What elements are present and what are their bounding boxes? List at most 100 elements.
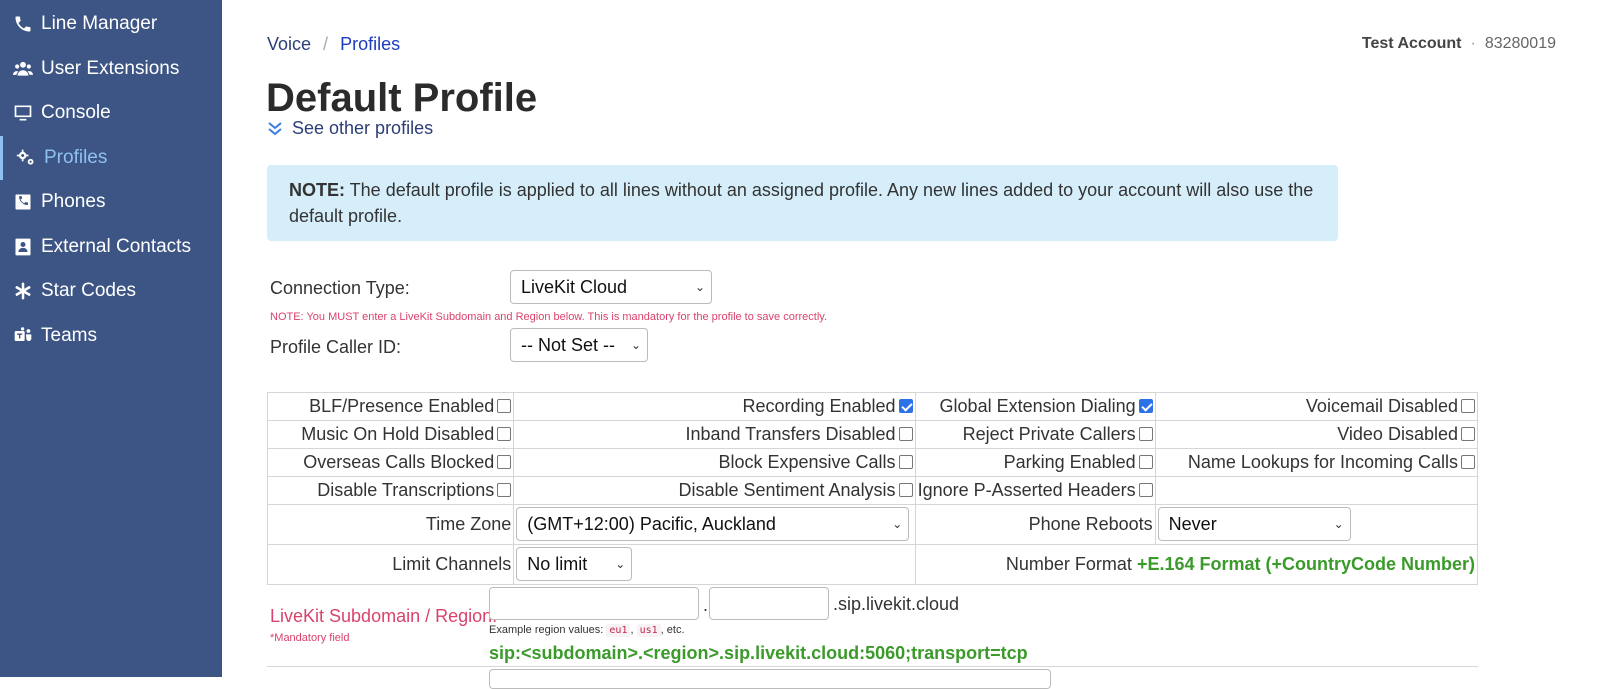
option-reject-private-callers[interactable]: Reject Private Callers bbox=[914, 420, 1156, 449]
phone-reboots-value: Never bbox=[1168, 513, 1217, 534]
option-ignore-p-asserted-headers[interactable]: Ignore P-Asserted Headers bbox=[914, 476, 1156, 505]
see-other-profiles-label: See other profiles bbox=[292, 118, 434, 138]
voicemail-disabled-checkbox[interactable] bbox=[1461, 399, 1475, 413]
option-disable-sentiment-analysis[interactable]: Disable Sentiment Analysis bbox=[513, 476, 916, 505]
name-lookups-checkbox[interactable] bbox=[1461, 455, 1475, 469]
sidebar-item-phones[interactable]: Phones bbox=[0, 180, 222, 225]
livekit-subdomain-input[interactable] bbox=[489, 587, 699, 620]
table-row: Music On Hold Disabled Inband Transfers … bbox=[266, 420, 1479, 449]
breadcrumb: Voice / Profiles bbox=[267, 34, 400, 55]
time-zone-select[interactable]: (GMT+12:00) Pacific, Auckland ⌄ bbox=[516, 507, 910, 541]
number-format-cell: Number Format +E.164 Format (+CountryCod… bbox=[914, 544, 1479, 585]
sidebar-item-label: External Contacts bbox=[41, 235, 191, 257]
connection-type-select[interactable]: LiveKit Cloud ⌄ bbox=[510, 270, 712, 304]
section-divider bbox=[267, 666, 1478, 667]
livekit-subdomain-label: LiveKit Subdomain / Region: bbox=[270, 606, 498, 626]
phone-square-icon bbox=[12, 191, 34, 213]
table-row: Overseas Calls Blocked Block Expensive C… bbox=[266, 448, 1479, 477]
time-zone-label-cell: Time Zone bbox=[266, 504, 515, 545]
inband-transfers-disabled-checkbox[interactable] bbox=[898, 427, 913, 441]
chevron-down-icon: ⌄ bbox=[694, 280, 705, 294]
main-content: Voice / Profiles Test Account · 83280019 Def… bbox=[222, 0, 1600, 689]
phone-reboots-cell: Never ⌄ bbox=[1154, 504, 1479, 545]
disable-transcriptions-checkbox[interactable] bbox=[497, 483, 512, 497]
breadcrumb-separator: / bbox=[323, 34, 329, 54]
option-disable-transcriptions[interactable]: Disable Transcriptions bbox=[266, 476, 515, 505]
asterisk-icon bbox=[12, 280, 34, 302]
teams-icon bbox=[12, 325, 34, 347]
option-voicemail-disabled[interactable]: Voicemail Disabled bbox=[1154, 392, 1479, 421]
option-music-on-hold[interactable]: Music On Hold Disabled bbox=[266, 420, 515, 449]
sidebar-item-line-manager[interactable]: Line Manager bbox=[0, 2, 222, 47]
option-video-disabled[interactable]: Video Disabled bbox=[1154, 420, 1479, 449]
limit-channels-label: Limit Channels bbox=[392, 554, 512, 574]
example-separator: , bbox=[630, 624, 634, 636]
reject-private-callers-checkbox[interactable] bbox=[1138, 427, 1153, 441]
profile-options-table: BLF/Presence Enabled Recording Enabled G… bbox=[266, 392, 1479, 585]
note-text: The default profile is applied to all li… bbox=[289, 180, 1314, 226]
phone-reboots-label-cell: Phone Reboots bbox=[914, 504, 1156, 545]
example-region-us1: us1 bbox=[636, 624, 661, 637]
example-region-eu1: eu1 bbox=[606, 624, 631, 637]
limit-channels-select[interactable]: No limit ⌄ bbox=[516, 547, 633, 581]
sidebar: Line Manager User Extensions Console Pro… bbox=[0, 0, 222, 677]
option-inband-transfers[interactable]: Inband Transfers Disabled bbox=[513, 420, 916, 449]
time-zone-value: (GMT+12:00) Pacific, Auckland bbox=[527, 513, 776, 534]
next-field-input[interactable] bbox=[489, 669, 1051, 689]
profile-caller-id-select[interactable]: -- Not Set -- ⌄ bbox=[510, 328, 648, 362]
option-recording[interactable]: Recording Enabled bbox=[513, 392, 916, 421]
profile-caller-id-label: Profile Caller ID: bbox=[270, 337, 402, 357]
livekit-region-input[interactable] bbox=[709, 587, 829, 620]
block-expensive-calls-checkbox[interactable] bbox=[898, 455, 913, 469]
sidebar-item-star-codes[interactable]: Star Codes bbox=[0, 269, 222, 314]
video-disabled-checkbox[interactable] bbox=[1461, 427, 1475, 441]
phone-reboots-select[interactable]: Never ⌄ bbox=[1157, 507, 1351, 541]
table-row: Disable Transcriptions Disable Sentiment… bbox=[266, 476, 1479, 505]
ignore-p-asserted-headers-checkbox[interactable] bbox=[1138, 483, 1153, 497]
option-parking-enabled[interactable]: Parking Enabled bbox=[914, 448, 1156, 477]
page-title: Default Profile bbox=[266, 76, 538, 120]
chevron-down-icon: ⌄ bbox=[615, 557, 626, 571]
number-format-value[interactable]: +E.164 Format (+CountryCode Number) bbox=[1137, 554, 1475, 574]
global-extension-dialing-checkbox[interactable] bbox=[1138, 399, 1153, 413]
phone-icon bbox=[12, 13, 34, 35]
option-blf-presence[interactable]: BLF/Presence Enabled bbox=[266, 392, 515, 421]
sidebar-item-console[interactable]: Console bbox=[0, 91, 222, 136]
breadcrumb-profiles-link[interactable]: Profiles bbox=[340, 34, 400, 54]
chevron-down-icon: ⌄ bbox=[630, 338, 641, 352]
overseas-calls-blocked-checkbox[interactable] bbox=[497, 455, 512, 469]
time-zone-cell: (GMT+12:00) Pacific, Auckland ⌄ bbox=[513, 504, 916, 545]
option-overseas-calls[interactable]: Overseas Calls Blocked bbox=[266, 448, 515, 477]
livekit-domain-suffix: .sip.livekit.cloud bbox=[833, 594, 960, 614]
option-name-lookups[interactable]: Name Lookups for Incoming Calls bbox=[1154, 448, 1479, 477]
connection-type-label: Connection Type: bbox=[270, 278, 410, 298]
sidebar-item-profiles[interactable]: Profiles bbox=[0, 135, 222, 181]
disable-sentiment-analysis-checkbox[interactable] bbox=[898, 483, 913, 497]
blf-presence-checkbox[interactable] bbox=[497, 399, 512, 413]
sidebar-item-label: Phones bbox=[41, 191, 106, 213]
sidebar-item-label: Star Codes bbox=[41, 280, 137, 302]
see-other-profiles-link[interactable]: See other profiles bbox=[268, 118, 433, 139]
livekit-mandatory-warning: NOTE: You MUST enter a LiveKit Subdomain… bbox=[270, 311, 828, 323]
sidebar-item-label: Profiles bbox=[44, 146, 108, 168]
users-icon bbox=[12, 58, 34, 80]
table-row: Time Zone (GMT+12:00) Pacific, Auckland ⌄… bbox=[266, 504, 1479, 545]
number-format-label: Number Format bbox=[1005, 554, 1132, 574]
account-name: Test Account bbox=[1361, 35, 1462, 52]
recording-enabled-checkbox[interactable] bbox=[898, 399, 913, 413]
option-global-extension-dialing[interactable]: Global Extension Dialing bbox=[914, 392, 1156, 421]
parking-enabled-checkbox[interactable] bbox=[1138, 455, 1153, 469]
option-block-expensive-calls[interactable]: Block Expensive Calls bbox=[513, 448, 916, 477]
breadcrumb-voice-link[interactable]: Voice bbox=[267, 34, 311, 54]
example-region-values: Example region values: eu1, us1, etc. bbox=[489, 624, 685, 637]
music-on-hold-disabled-checkbox[interactable] bbox=[497, 427, 512, 441]
chevron-down-icon: ⌄ bbox=[1333, 517, 1344, 531]
sidebar-item-label: Console bbox=[41, 102, 111, 124]
sidebar-item-teams[interactable]: Teams bbox=[0, 314, 222, 359]
limit-channels-cell: No limit ⌄ bbox=[513, 544, 916, 585]
account-info: Test Account · 83280019 bbox=[1362, 35, 1556, 53]
sidebar-item-user-extensions[interactable]: User Extensions bbox=[0, 47, 222, 92]
sidebar-item-external-contacts[interactable]: External Contacts bbox=[0, 225, 222, 270]
table-row: Limit Channels No limit ⌄ Number Format +… bbox=[266, 544, 1479, 585]
limit-channels-label-cell: Limit Channels bbox=[266, 544, 515, 585]
